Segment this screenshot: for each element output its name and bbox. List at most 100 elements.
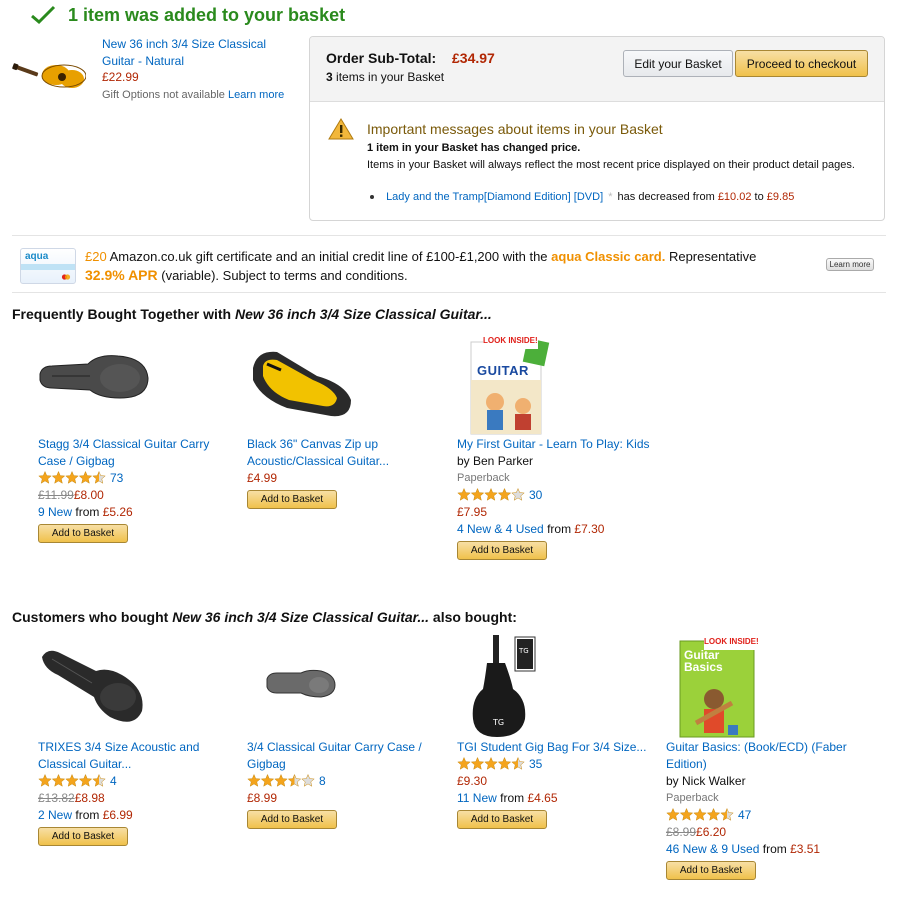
offers-link[interactable]: 46 New & 9 Used (666, 842, 759, 856)
review-count-link[interactable]: 30 (529, 488, 542, 502)
aqua-offer-text: £20 Amazon.co.uk gift certificate and an… (85, 248, 825, 285)
book-cover-image[interactable]: LOOK INSIDE! GUITAR (457, 330, 553, 436)
subtotal-value: £34.97 (452, 50, 495, 66)
review-count-link[interactable]: 4 (110, 774, 117, 788)
product-title-link[interactable]: Stagg 3/4 Classical Guitar Carry Case / … (38, 436, 238, 470)
guitar-thumbnail[interactable] (12, 50, 86, 88)
review-count-link[interactable]: 73 (110, 471, 123, 485)
star-rating[interactable] (457, 488, 527, 501)
fbt-heading: Frequently Bought Together with New 36 i… (12, 306, 492, 322)
offers-link[interactable]: 9 New (38, 505, 72, 519)
product-title-link[interactable]: Guitar Basics: (Book/ECD) (Faber Edition… (666, 739, 866, 773)
add-to-basket-button[interactable]: Add to Basket (38, 524, 128, 543)
price-row: £13.82£8.98 (38, 790, 238, 807)
aqua-card-image[interactable]: aqua (20, 248, 76, 284)
star-icon (470, 757, 485, 770)
also-bought-heading: Customers who bought New 36 inch 3/4 Siz… (12, 609, 517, 625)
review-count-link[interactable]: 47 (738, 808, 751, 822)
also-bought-product-3: TG TG TGI Student Gig Bag For 3/4 Size..… (457, 633, 657, 829)
offers-link[interactable]: 2 New (38, 808, 72, 822)
book-cover-image[interactable]: LOOK INSIDE! Guitar Basics (666, 633, 762, 739)
price-change-old: £10.02 (717, 191, 752, 203)
star-icon (457, 757, 471, 770)
add-to-basket-button[interactable]: Add to Basket (38, 827, 128, 846)
fbt-product-3: LOOK INSIDE! GUITAR My First Guitar - Le… (457, 330, 657, 560)
aqua-text-1: Amazon.co.uk gift certificate and an ini… (109, 249, 548, 264)
add-to-basket-button[interactable]: Add to Basket (457, 541, 547, 560)
book-format: Paperback (666, 792, 719, 804)
canvas-bag-image[interactable] (247, 336, 367, 436)
add-to-basket-button[interactable]: Add to Basket (247, 810, 337, 829)
price-changed-notice: 1 item in your Basket has changed price. (367, 142, 581, 154)
star-icon (92, 774, 106, 787)
star-rating[interactable] (38, 774, 108, 787)
offers-price: £5.26 (102, 505, 133, 519)
star-icon (511, 488, 525, 501)
gift-note-text: Gift Options not available (102, 89, 225, 101)
list-price: £8.99 (666, 825, 697, 839)
added-item-title[interactable]: New 36 inch 3/4 Size Classical Guitar - … (102, 36, 292, 70)
product-title-link[interactable]: 3/4 Classical Guitar Carry Case / Gigbag (247, 739, 447, 773)
star-icon (484, 757, 498, 770)
book-format: Paperback (457, 472, 510, 484)
star-icon (92, 471, 106, 484)
star-rating[interactable] (38, 471, 108, 484)
star-rating[interactable] (247, 774, 317, 787)
star-rating[interactable] (457, 757, 527, 770)
author: by Ben Parker (457, 454, 534, 468)
offers-link[interactable]: 4 New & 4 Used (457, 522, 544, 536)
gigbag-image[interactable] (38, 336, 158, 436)
asterisk-icon: * (608, 191, 613, 203)
gift-learn-more-link[interactable]: Learn more (228, 89, 284, 101)
offers-row: 46 New & 9 Used from £3.51 (666, 841, 866, 858)
messages-title: Important messages about items in your B… (367, 121, 663, 137)
offers-price: £6.99 (102, 808, 133, 822)
price-change-item-link[interactable]: Lady and the Tramp[Diamond Edition] [DVD… (386, 191, 603, 203)
added-confirmation: 1 item was added to your basket (30, 4, 345, 26)
edit-basket-button[interactable]: Edit your Basket (623, 50, 733, 77)
offers-price: £7.30 (574, 522, 605, 536)
added-message: 1 item was added to your basket (68, 4, 346, 25)
star-icon (666, 808, 680, 821)
star-icon (470, 488, 485, 501)
review-count-link[interactable]: 35 (529, 757, 542, 771)
aqua-text-3: (variable). Subject to terms and conditi… (161, 268, 408, 283)
proceed-to-checkout-button[interactable]: Proceed to checkout (735, 50, 868, 77)
star-icon (301, 774, 315, 787)
add-to-basket-button[interactable]: Add to Basket (457, 810, 547, 829)
sale-price: £9.30 (457, 774, 488, 788)
gigbag-image[interactable] (247, 639, 367, 739)
aqua-learn-more-button[interactable]: Learn more (826, 258, 874, 271)
offers-link[interactable]: 11 New (457, 791, 497, 805)
subtotal-label: Order Sub-Total: (326, 50, 437, 66)
offers-row: 4 New & 4 Used from £7.30 (457, 521, 657, 538)
star-rating[interactable] (666, 808, 736, 821)
fbt-product-1: Stagg 3/4 Classical Guitar Carry Case / … (38, 336, 238, 543)
order-summary-box: Order Sub-Total: £34.97 3 items in your … (309, 36, 885, 221)
rating-row: 35 (457, 756, 657, 773)
product-title-link[interactable]: My First Guitar - Learn To Play: Kids (457, 436, 657, 453)
aqua-card-link[interactable]: aqua Classic card. (551, 249, 665, 264)
product-title-link[interactable]: TGI Student Gig Bag For 3/4 Size... (457, 739, 657, 756)
product-title-link[interactable]: TRIXES 3/4 Size Acoustic and Classical G… (38, 739, 238, 773)
star-icon (247, 774, 261, 787)
sale-price: £8.98 (74, 791, 105, 805)
price-row: £8.99£6.20 (666, 824, 866, 841)
divider (12, 235, 886, 236)
gigbag-image[interactable] (38, 639, 158, 739)
bullet-dot (370, 195, 374, 200)
product-title-link[interactable]: Black 36" Canvas Zip up Acoustic/Classic… (247, 436, 447, 470)
star-icon (65, 471, 79, 484)
list-price: £11.99 (38, 488, 74, 502)
also-bought-suffix: also bought: (432, 609, 517, 625)
gigbag-image[interactable]: TG TG (457, 633, 553, 739)
review-count-link[interactable]: 8 (319, 774, 326, 788)
star-icon (38, 471, 52, 484)
add-to-basket-button[interactable]: Add to Basket (666, 861, 756, 880)
add-to-basket-button[interactable]: Add to Basket (247, 490, 337, 509)
aqua-apr: 32.9% APR (85, 267, 158, 283)
star-icon (720, 808, 734, 821)
book-cover-title: Guitar Basics (684, 648, 723, 674)
aqua-amount: £20 (85, 249, 107, 264)
also-bought-title: New 36 inch 3/4 Size Classical Guitar... (172, 609, 430, 625)
